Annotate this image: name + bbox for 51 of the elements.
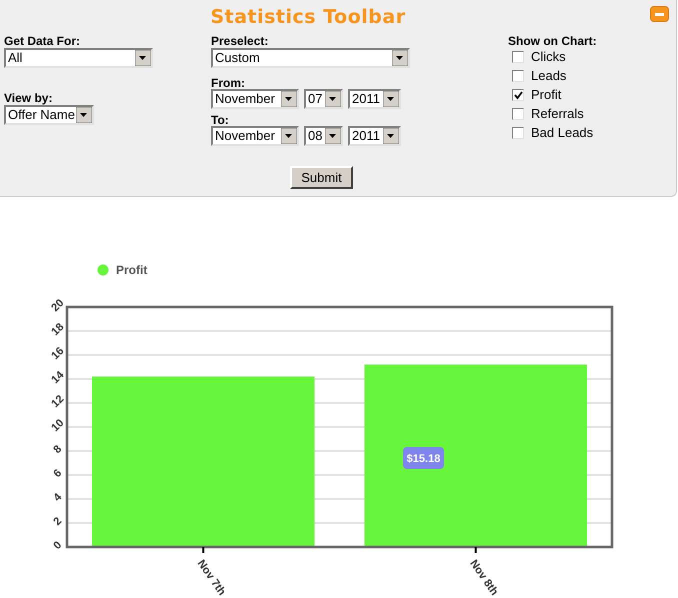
dropdown[interactable]: 2011 xyxy=(348,88,401,108)
y-tick-label: 20 xyxy=(49,297,66,314)
dropdown-arrow-icon xyxy=(281,128,297,144)
dropdown-arrow-icon xyxy=(135,50,151,66)
field-label: Show on Chart: xyxy=(508,34,597,48)
dropdown[interactable]: 2011 xyxy=(348,126,401,146)
y-tick-label: 4 xyxy=(51,491,64,504)
y-tick-label: 2 xyxy=(51,515,64,528)
y-tick-label: 0 xyxy=(51,539,64,552)
legend-label: Profit xyxy=(116,263,148,277)
field-label: From: xyxy=(211,76,245,90)
checkbox-label: Referrals xyxy=(531,105,584,124)
y-tick-label: 18 xyxy=(49,321,66,338)
checkbox[interactable] xyxy=(512,108,524,120)
dropdown[interactable]: 07 xyxy=(304,88,343,108)
y-tick-label: 16 xyxy=(49,345,66,362)
checkbox-label: Clicks xyxy=(531,48,566,66)
checkbox[interactable] xyxy=(512,89,524,101)
field-label: To: xyxy=(211,112,229,126)
checkbox-label: Leads xyxy=(531,67,566,86)
y-tick-label: 10 xyxy=(49,417,66,434)
dropdown-arrow-icon xyxy=(392,50,408,66)
collapse-button[interactable] xyxy=(650,6,669,22)
field-label: View by: xyxy=(4,90,52,104)
checkbox[interactable] xyxy=(512,51,524,63)
y-tick-label: 12 xyxy=(49,393,66,410)
checkbox[interactable] xyxy=(512,127,524,139)
value-tooltip: $15.18 xyxy=(403,447,444,469)
dropdown-arrow-icon xyxy=(281,90,297,106)
dropdown[interactable]: Offer Name xyxy=(4,104,94,124)
toolbar-title: Statistics Toolbar xyxy=(210,5,406,30)
dropdown[interactable]: November xyxy=(211,88,299,108)
y-tick-label: 6 xyxy=(51,467,64,480)
dropdown[interactable]: November xyxy=(211,126,299,146)
dropdown[interactable]: 08 xyxy=(304,126,343,146)
dropdown[interactable]: Custom xyxy=(211,48,410,68)
field-label: Preselect: xyxy=(211,34,268,48)
checkbox-label: Profit xyxy=(531,86,562,104)
minus-icon xyxy=(655,12,664,16)
y-tick-label: 14 xyxy=(49,369,66,386)
y-tick-label: 8 xyxy=(51,443,64,456)
dropdown-arrow-icon xyxy=(76,106,92,122)
dropdown-arrow-icon xyxy=(383,128,399,144)
field-label: Get Data For: xyxy=(4,34,80,48)
dropdown-arrow-icon xyxy=(325,90,341,106)
dropdown[interactable]: All xyxy=(4,48,153,68)
dropdown-arrow-icon xyxy=(383,90,399,106)
checkbox-label: Bad Leads xyxy=(531,124,594,142)
dropdown-arrow-icon xyxy=(325,128,341,144)
checkbox[interactable] xyxy=(512,70,524,82)
submit-button[interactable]: Submit xyxy=(290,166,353,189)
